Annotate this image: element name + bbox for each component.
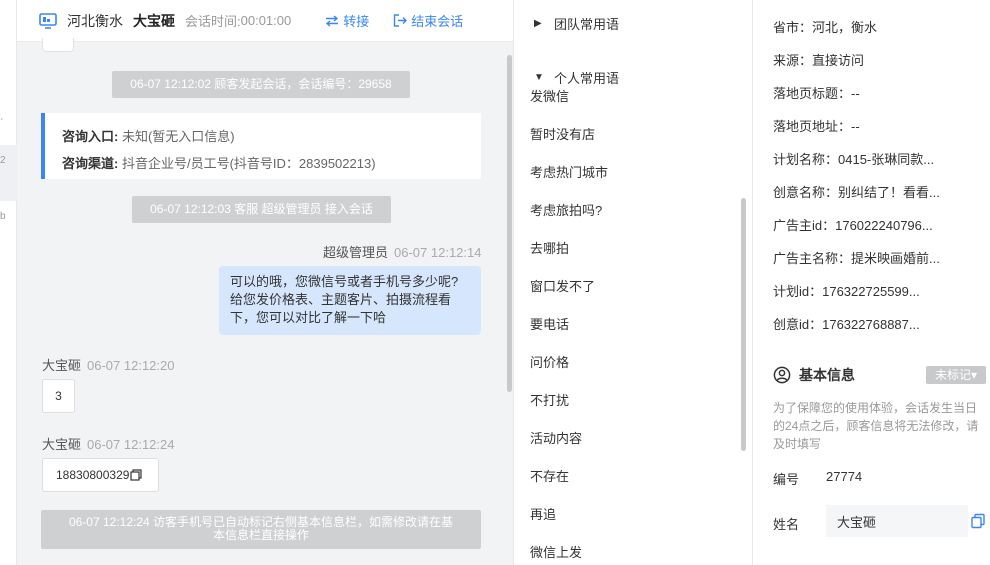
- nav-glyph: ˊ: [0, 118, 4, 129]
- phrase-item[interactable]: 不存在: [530, 466, 569, 485]
- customer-info-panel: 省市：河北，衡水 来源：直接访问 落地页标题：-- 落地页地址：-- 计划名称：…: [753, 0, 990, 565]
- phrase-item[interactable]: 发微信: [530, 86, 569, 105]
- phrase-item[interactable]: 去哪拍: [530, 238, 569, 257]
- exit-icon: [394, 14, 408, 27]
- agent-message-line: 可以的哦，您微信号或者手机号多少呢?: [230, 274, 459, 289]
- number-value: 27774: [826, 469, 863, 484]
- info-advertiser-id: 广告主id：176022240796...: [773, 218, 933, 233]
- entry-label: 咨询入口:: [62, 129, 119, 144]
- agent-message-line: 下，您可以对比了解一下哈: [230, 310, 387, 325]
- phrase-item[interactable]: 窗口发不了: [530, 276, 595, 295]
- copy-icon[interactable]: [130, 469, 143, 481]
- customer-message-text: 3: [55, 389, 62, 403]
- agent-message-bubble: 可以的哦，您微信号或者手机号多少呢? 给您发价格表、主题客片、拍摄流程看 下，您…: [219, 266, 481, 335]
- phrase-item[interactable]: 考虑热门城市: [530, 162, 608, 181]
- system-message-agent-join: 06-07 12:12:03 客服 超级管理员 接入会话: [132, 196, 391, 223]
- transfer-label: 转接: [343, 14, 370, 29]
- number-label: 编号: [773, 472, 800, 487]
- customer-location: 河北衡水: [67, 12, 123, 29]
- chat-scrollbar[interactable]: [507, 55, 512, 392]
- phrase-item[interactable]: 再追: [530, 504, 556, 523]
- system-message-phone-marked: 06-07 12:12:24 访客手机号已自动标记右侧基本信息栏，如需修改请在基…: [41, 510, 481, 549]
- customer-sender: 大宝砸: [42, 437, 82, 452]
- nav-glyph: 2: [0, 155, 6, 166]
- consult-info-card: 咨询入口: 未知(暂无入口信息) 咨询渠道: 抖音企业号/员工号(抖音号ID：2…: [41, 113, 481, 179]
- customer-message-text: 18830800329: [56, 468, 130, 482]
- info-source: 来源：直接访问: [773, 53, 865, 68]
- left-nav-strip: ˊ 2 b: [0, 0, 17, 565]
- phrase-item[interactable]: 微信上发: [530, 542, 582, 561]
- nav-glyph: b: [0, 211, 6, 222]
- previous-message-bubble: [42, 38, 74, 52]
- copy-icon[interactable]: [970, 513, 986, 529]
- system-message-line: 本信息栏直接操作: [212, 528, 309, 542]
- phrase-item[interactable]: 暂时没有店: [530, 124, 595, 143]
- phrase-item[interactable]: 问价格: [530, 352, 569, 371]
- nav-selected-item[interactable]: 2: [0, 145, 17, 201]
- chat-panel: 河北衡水 大宝砸 会话时间: 00:01:00 转接 结束会话 06-07 12…: [17, 0, 513, 565]
- customer-message-meta: 大宝砸 06-07 12:12:20: [42, 355, 174, 374]
- customer-message-time: 06-07 12:12:24: [87, 437, 175, 452]
- system-message-session-start: 06-07 12:12:02 顾客发起会话，会话编号：29658: [112, 71, 410, 98]
- team-phrases-group[interactable]: ▶ 团队常用语: [534, 14, 619, 33]
- customer-message-meta: 大宝砸 06-07 12:12:24: [42, 434, 174, 453]
- session-time-value: 00:01:00: [240, 13, 292, 28]
- end-session-label: 结束会话: [411, 14, 464, 29]
- caret-right-icon: ▶: [534, 18, 542, 29]
- end-session-button[interactable]: 结束会话: [393, 11, 463, 30]
- phrases-scrollbar[interactable]: [741, 198, 746, 451]
- customer-message-bubble: 18830800329: [42, 458, 159, 492]
- basic-info-title: 基本信息: [799, 367, 855, 383]
- customer-message-time: 06-07 12:12:20: [87, 358, 175, 373]
- monitor-icon: [39, 12, 57, 29]
- personal-phrases-label: 个人常用语: [554, 71, 620, 86]
- name-label: 姓名: [773, 517, 800, 532]
- basic-info-header: 基本信息: [773, 365, 855, 385]
- info-plan-name: 计划名称：0415-张琳同款...: [773, 152, 935, 167]
- phrase-item[interactable]: 活动内容: [530, 428, 582, 447]
- info-province-city: 省市：河北，衡水: [773, 20, 878, 35]
- edit-deadline-note: 为了保障您的使用体验，会话发生当日的24点之后，顾客信息将无法修改，请及时填写: [773, 401, 979, 451]
- name-field[interactable]: [826, 505, 968, 537]
- info-creative-id: 创意id：176322768887...: [773, 317, 920, 332]
- common-phrases-panel: ▶ 团队常用语 ▼ 个人常用语 发微信 暂时没有店 考虑热门城市 考虑旅拍吗? …: [513, 0, 753, 565]
- info-creative-name: 创意名称：别纠结了！看看...: [773, 185, 940, 200]
- tag-dropdown[interactable]: 未标记▾: [926, 366, 986, 384]
- phrase-item[interactable]: 不打扰: [530, 390, 569, 409]
- chat-header: 河北衡水 大宝砸 会话时间: 00:01:00 转接 结束会话: [17, 0, 513, 42]
- info-advertiser-name: 广告主名称：提米映画婚前...: [773, 251, 940, 266]
- customer-message-bubble: 3: [42, 379, 75, 413]
- info-plan-id: 计划id：176322725599...: [773, 284, 920, 299]
- caret-down-icon: ▼: [534, 72, 544, 83]
- customer-name: 大宝砸: [133, 12, 175, 29]
- session-time-label: 会话时间:: [185, 14, 241, 29]
- agent-name: 超级管理员: [323, 245, 389, 260]
- info-landing-title: 落地页标题：--: [773, 86, 860, 101]
- personal-phrases-group[interactable]: ▼ 个人常用语: [534, 68, 619, 87]
- transfer-icon: [326, 14, 339, 27]
- team-phrases-label: 团队常用语: [554, 17, 620, 32]
- channel-label: 咨询渠道:: [62, 156, 119, 171]
- agent-message-meta: 超级管理员 06-07 12:12:14: [323, 242, 481, 261]
- phrase-item[interactable]: 要电话: [530, 314, 569, 333]
- transfer-button[interactable]: 转接: [325, 11, 369, 30]
- entry-value: 未知(暂无入口信息): [121, 129, 235, 144]
- channel-value: 抖音企业号/员工号(抖音号ID：2839502213): [121, 156, 376, 171]
- user-circle-icon: [773, 366, 791, 384]
- info-landing-url: 落地页地址：--: [773, 119, 860, 134]
- agent-message-time: 06-07 12:12:14: [394, 245, 482, 260]
- phrase-item[interactable]: 考虑旅拍吗?: [530, 200, 602, 219]
- agent-message-line: 给您发价格表、主题客片、拍摄流程看: [230, 292, 452, 307]
- customer-sender: 大宝砸: [42, 358, 82, 373]
